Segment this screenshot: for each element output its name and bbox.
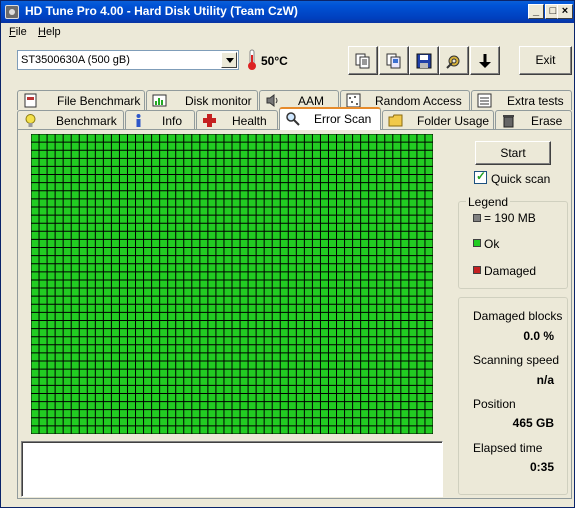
options-icon — [446, 55, 460, 69]
tab-folder-usage[interactable]: Folder Usage — [382, 110, 494, 130]
quick-scan-checkbox[interactable] — [474, 169, 487, 184]
elapsed-time-value: 0:35 — [529, 460, 554, 474]
tab-file-benchmark[interactable]: File Benchmark — [17, 90, 145, 110]
temperature-readout: 50°C — [261, 54, 288, 68]
legend-ok-label: Ok — [484, 237, 500, 251]
scanning-speed-value: n/a — [536, 373, 554, 387]
info-icon — [136, 114, 141, 127]
tab-health[interactable]: Health — [196, 110, 278, 130]
file-benchmark-icon — [24, 93, 37, 108]
speaker-icon — [266, 94, 278, 107]
copy-screenshot-button[interactable] — [379, 46, 409, 75]
close-button[interactable]: × — [557, 4, 573, 19]
lightbulb-icon — [25, 114, 36, 127]
health-cross-icon — [203, 114, 216, 127]
extra-tests-icon — [477, 93, 492, 108]
legend-ok-swatch — [473, 239, 481, 247]
download-icon — [479, 54, 491, 68]
quick-scan-label[interactable]: Quick scan — [491, 172, 550, 186]
legend-unit-swatch — [473, 214, 481, 222]
copy-text-button[interactable] — [348, 46, 378, 75]
copy-screenshot-icon — [386, 53, 401, 69]
tab-disk-monitor[interactable]: Disk monitor — [146, 90, 258, 110]
random-access-icon — [346, 93, 361, 108]
app-disk-icon — [5, 5, 19, 19]
tab-error-scan[interactable]: Error Scan — [279, 107, 381, 130]
scan-block-grid — [31, 134, 433, 434]
legend-damaged-swatch — [473, 266, 481, 274]
minimize-button[interactable]: _ — [528, 4, 544, 19]
window-title: HD Tune Pro 4.00 - Hard Disk Utility (Te… — [25, 4, 298, 18]
position-label: Position — [473, 397, 516, 411]
damaged-blocks-label: Damaged blocks — [473, 309, 563, 323]
menu-bar: File Help — [1, 23, 574, 41]
legend-title: Legend — [466, 195, 511, 209]
options-button[interactable] — [439, 46, 469, 75]
drive-select-value: ST3500630A (500 gB) — [21, 54, 130, 66]
folder-icon — [388, 114, 403, 127]
title-bar[interactable]: HD Tune Pro 4.00 - Hard Disk Utility (Te… — [1, 1, 574, 23]
trash-icon — [503, 115, 514, 128]
elapsed-time-label: Elapsed time — [473, 441, 543, 455]
legend-unit-label: = 190 MB — [484, 211, 536, 225]
start-button[interactable]: Start — [475, 141, 551, 165]
magnifier-icon — [286, 112, 300, 126]
scan-log-box[interactable] — [21, 441, 443, 497]
app-window: HD Tune Pro 4.00 - Hard Disk Utility (Te… — [0, 0, 575, 508]
download-button[interactable] — [470, 46, 500, 75]
menu-file[interactable]: File — [9, 26, 27, 38]
scan-block-map — [31, 134, 433, 434]
chevron-down-icon[interactable] — [221, 52, 237, 68]
disk-monitor-icon — [152, 94, 167, 107]
save-button[interactable] — [409, 46, 439, 75]
exit-button[interactable]: Exit — [519, 46, 572, 75]
position-value: 465 GB — [512, 416, 554, 430]
legend-damaged-label: Damaged — [484, 264, 537, 278]
tab-benchmark[interactable]: Benchmark — [17, 110, 124, 130]
menu-help[interactable]: Help — [38, 26, 61, 38]
thermometer-icon — [248, 49, 256, 70]
tab-info[interactable]: Info — [125, 110, 195, 130]
tab-extra-tests[interactable]: Extra tests — [471, 90, 572, 110]
tab-erase[interactable]: Erase — [495, 110, 572, 130]
damaged-blocks-value: 0.0 % — [523, 329, 554, 343]
drive-select[interactable]: ST3500630A (500 gB) — [17, 50, 239, 70]
copy-text-icon — [355, 53, 370, 69]
scanning-speed-label: Scanning speed — [473, 353, 560, 367]
save-icon — [416, 53, 432, 69]
